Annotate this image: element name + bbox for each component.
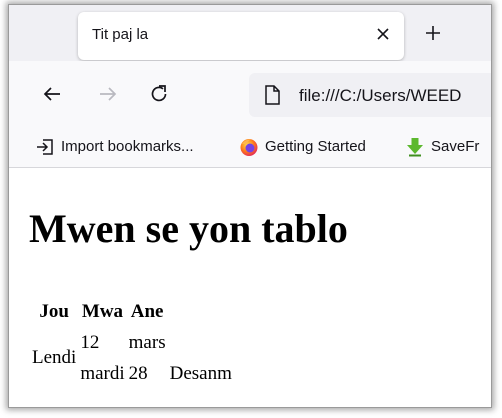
table-cell-stack: 12 mardi bbox=[79, 326, 125, 390]
table-cell: Desanm bbox=[169, 363, 232, 384]
column-header: Ane bbox=[130, 301, 164, 322]
tab-active[interactable]: Tit paj la bbox=[78, 12, 404, 60]
address-bar[interactable]: file:///C:/Users/WEED bbox=[249, 73, 491, 117]
firefox-icon bbox=[240, 139, 258, 156]
page-content: Mwen se yon tablo Jou Mwa Ane Lendi 12 m… bbox=[9, 168, 491, 407]
column-header: Jou bbox=[39, 301, 69, 322]
table-cell: 12 bbox=[80, 332, 100, 353]
tab-strip: Tit paj la bbox=[9, 5, 491, 61]
bookmark-label: SaveFr bbox=[431, 138, 480, 155]
table-cell-stack: Desanm bbox=[169, 326, 233, 390]
table-cell bbox=[170, 327, 232, 358]
column-header-empty bbox=[169, 300, 233, 324]
tab-title: Tit paj la bbox=[92, 26, 149, 43]
bookmark-label: Import bookmarks... bbox=[61, 138, 194, 155]
browser-window: Tit paj la file:///C:/Users/WEED Import … bbox=[8, 4, 492, 408]
url-text: file:///C:/Users/WEED bbox=[299, 86, 462, 105]
bookmark-label: Getting Started bbox=[265, 138, 366, 155]
column-header: Mwa bbox=[81, 301, 124, 322]
table-row: Lendi 12 mardi mars 28 Desanm bbox=[31, 326, 233, 390]
reload-icon[interactable] bbox=[148, 83, 170, 105]
table-header-row: Jou Mwa Ane bbox=[31, 300, 233, 324]
table-cell-stack: mars 28 bbox=[128, 326, 167, 390]
table-cell: mardi bbox=[80, 363, 125, 384]
plus-icon[interactable] bbox=[423, 23, 443, 43]
page-icon bbox=[265, 85, 280, 105]
page-heading: Mwen se yon tablo bbox=[29, 206, 348, 251]
data-table: Jou Mwa Ane Lendi 12 mardi mars 28 Desan… bbox=[29, 298, 235, 392]
close-icon[interactable] bbox=[373, 24, 393, 44]
table-cell: mars bbox=[128, 332, 166, 353]
back-arrow-icon[interactable] bbox=[41, 83, 63, 105]
navigation-toolbar: file:///C:/Users/WEED bbox=[9, 61, 491, 127]
table-cell: Lendi bbox=[32, 347, 77, 368]
bookmarks-toolbar: Import bookmarks... Getting Started Save… bbox=[9, 127, 491, 168]
table-cell: 28 bbox=[128, 363, 148, 384]
download-arrow-icon bbox=[407, 138, 423, 157]
import-icon bbox=[37, 139, 53, 155]
forward-arrow-icon[interactable] bbox=[97, 83, 119, 105]
